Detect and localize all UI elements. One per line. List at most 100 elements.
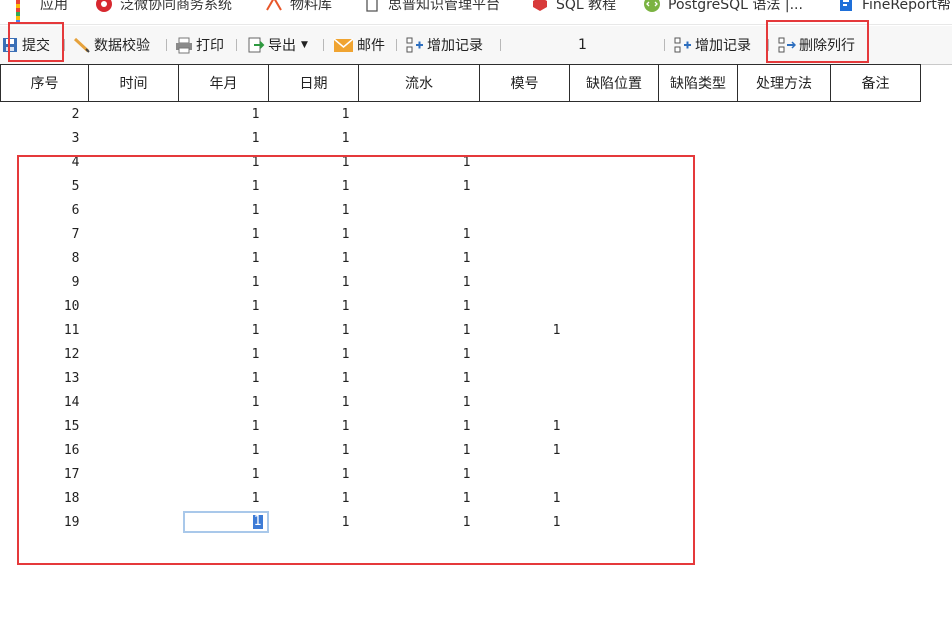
grid-cell[interactable] [89, 150, 179, 174]
grid-cell[interactable]: 1 [269, 294, 359, 318]
grid-cell[interactable] [570, 414, 659, 438]
grid-cell[interactable]: 1 [269, 318, 359, 342]
grid-cell[interactable] [570, 174, 659, 198]
grid-cell[interactable] [831, 318, 921, 342]
grid-cell[interactable]: 1 [359, 510, 480, 534]
grid-cell[interactable]: 19 [1, 510, 89, 534]
col-header-date[interactable]: 日期 [268, 64, 359, 102]
grid-cell[interactable] [89, 270, 179, 294]
grid-cell[interactable]: 1 [179, 342, 269, 366]
grid-cell[interactable]: 1 [269, 174, 359, 198]
grid-cell[interactable]: 13 [1, 366, 89, 390]
bookmark-apps[interactable]: 应用 [16, 0, 68, 24]
grid-cell[interactable] [480, 390, 570, 414]
grid-cell[interactable] [480, 342, 570, 366]
grid-cell[interactable] [89, 318, 179, 342]
grid-cell[interactable]: 17 [1, 462, 89, 486]
grid-cell[interactable]: 1 [269, 438, 359, 462]
grid-cell[interactable] [831, 438, 921, 462]
grid-cell[interactable]: 1 [269, 486, 359, 510]
grid-cell[interactable]: 16 [1, 438, 89, 462]
bookmark-sql[interactable]: SQL 教程 [532, 0, 616, 16]
grid-cell[interactable] [570, 342, 659, 366]
grid-cell[interactable]: 8 [1, 246, 89, 270]
grid-cell[interactable]: 9 [1, 270, 89, 294]
grid-cell[interactable] [89, 414, 179, 438]
grid-cell[interactable] [831, 102, 921, 127]
grid-cell[interactable] [738, 270, 831, 294]
grid-cell[interactable] [831, 462, 921, 486]
grid-cell[interactable]: 1 [359, 246, 480, 270]
grid-cell[interactable] [480, 246, 570, 270]
add-record-button[interactable]: 增加记录 [406, 26, 483, 64]
grid-cell[interactable] [831, 486, 921, 510]
grid-cell[interactable] [831, 198, 921, 222]
grid-cell[interactable]: 1 [269, 462, 359, 486]
grid-cell[interactable] [89, 390, 179, 414]
grid-cell[interactable] [89, 366, 179, 390]
grid-cell[interactable] [480, 174, 570, 198]
grid-cell[interactable] [738, 342, 831, 366]
bookmark-postgresql[interactable]: PostgreSQL 语法 |... [644, 0, 803, 16]
grid-cell[interactable]: 1 [359, 462, 480, 486]
grid-cell[interactable] [359, 198, 480, 222]
grid-cell[interactable]: 1 [179, 486, 269, 510]
grid-cell[interactable] [659, 438, 738, 462]
print-button[interactable]: 打印 [175, 26, 224, 64]
grid-cell[interactable]: 1 [179, 198, 269, 222]
cell-editor-input[interactable]: 1 [182, 511, 269, 533]
grid-cell[interactable] [480, 366, 570, 390]
bookmark-weaver[interactable]: 泛微协同商务系统 [96, 0, 232, 16]
grid-cell[interactable]: 1 [179, 150, 269, 174]
grid-cell[interactable] [831, 150, 921, 174]
grid-cell[interactable]: 1 [269, 366, 359, 390]
grid-cell[interactable]: 1 [359, 366, 480, 390]
grid-cell[interactable] [738, 462, 831, 486]
grid-cell[interactable]: 1 [179, 366, 269, 390]
grid-cell[interactable] [570, 150, 659, 174]
col-header-remarks[interactable]: 备注 [830, 64, 921, 102]
grid-cell[interactable]: 1 [359, 222, 480, 246]
grid-cell[interactable]: 1 [269, 150, 359, 174]
grid-cell[interactable] [659, 390, 738, 414]
grid-cell[interactable] [659, 222, 738, 246]
grid-cell[interactable] [480, 270, 570, 294]
grid-cell-editing[interactable]: 1 [179, 510, 269, 534]
grid-cell[interactable]: 18 [1, 486, 89, 510]
grid-cell[interactable] [831, 366, 921, 390]
grid-cell[interactable] [738, 174, 831, 198]
grid-cell[interactable] [659, 270, 738, 294]
grid-cell[interactable] [570, 318, 659, 342]
grid-cell[interactable]: 7 [1, 222, 89, 246]
grid-cell[interactable] [738, 510, 831, 534]
grid-cell[interactable] [659, 198, 738, 222]
grid-cell[interactable] [738, 294, 831, 318]
grid-cell[interactable] [659, 366, 738, 390]
grid-cell[interactable]: 1 [179, 294, 269, 318]
grid-cell[interactable] [570, 126, 659, 150]
grid-cell[interactable]: 1 [179, 222, 269, 246]
grid-cell[interactable]: 12 [1, 342, 89, 366]
grid-cell[interactable] [570, 510, 659, 534]
grid-cell[interactable] [570, 102, 659, 127]
grid-cell[interactable] [738, 246, 831, 270]
grid-cell[interactable]: 1 [179, 390, 269, 414]
col-header-serial[interactable]: 流水 [358, 64, 480, 102]
grid-cell[interactable]: 1 [269, 390, 359, 414]
grid-cell[interactable]: 14 [1, 390, 89, 414]
grid-cell[interactable]: 1 [269, 414, 359, 438]
grid-cell[interactable]: 1 [179, 246, 269, 270]
grid-cell[interactable] [570, 294, 659, 318]
grid-cell[interactable] [738, 390, 831, 414]
grid-cell[interactable] [570, 270, 659, 294]
grid-cell[interactable] [480, 222, 570, 246]
grid-cell[interactable] [89, 222, 179, 246]
grid-cell[interactable] [738, 150, 831, 174]
col-header-seq[interactable]: 序号 [0, 64, 89, 102]
col-header-time[interactable]: 时间 [88, 64, 179, 102]
grid-cell[interactable] [480, 294, 570, 318]
grid-cell[interactable]: 1 [179, 318, 269, 342]
grid-cell[interactable] [659, 102, 738, 127]
bookmark-finereport[interactable]: FineReport帮 [838, 0, 951, 16]
grid-cell[interactable] [659, 486, 738, 510]
